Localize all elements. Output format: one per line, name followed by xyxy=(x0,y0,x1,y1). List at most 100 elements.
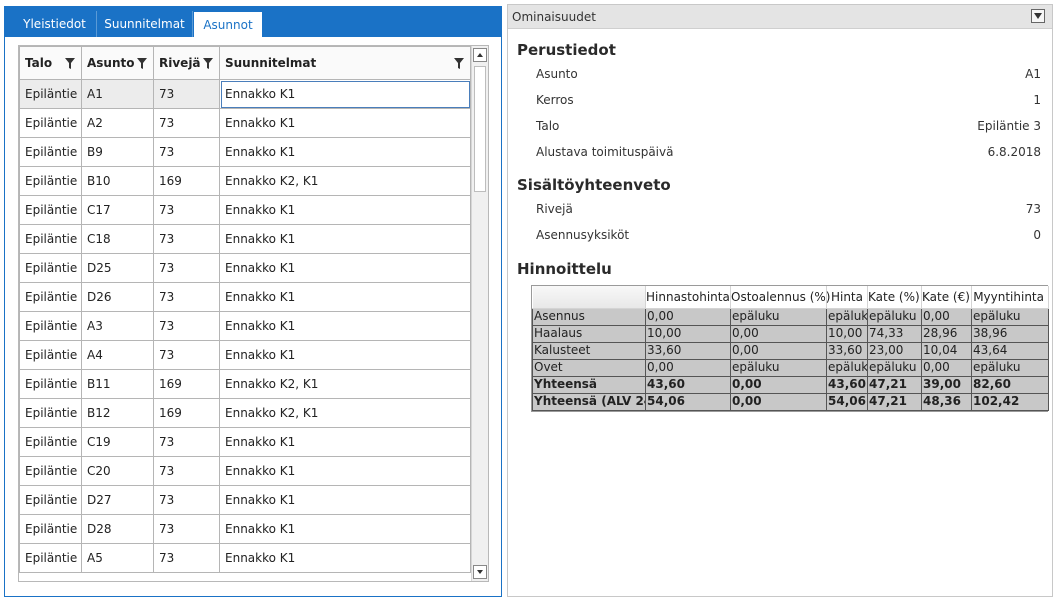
table-cell[interactable]: Ennakko K1 xyxy=(219,427,471,457)
table-row[interactable]: Epiläntie 3C1873Ennakko K1 xyxy=(19,224,471,254)
pricing-header-cell[interactable]: Hinta xyxy=(826,286,868,309)
pricing-header-cell[interactable]: Ostoalennus (%) xyxy=(730,286,830,309)
table-cell[interactable]: 73 xyxy=(153,514,220,544)
pricing-header-cell[interactable]: Kate (%) xyxy=(867,286,922,309)
table-cell[interactable]: C19 xyxy=(81,427,154,457)
table-row[interactable]: Epiläntie 3B10169Ennakko K2, K1 xyxy=(19,166,471,196)
table-cell[interactable]: Ennakko K1 xyxy=(219,485,471,515)
column-header-talo[interactable]: Talo xyxy=(19,46,82,80)
table-cell[interactable]: B12 xyxy=(81,398,154,428)
table-cell[interactable]: C20 xyxy=(81,456,154,486)
table-cell[interactable]: B11 xyxy=(81,369,154,399)
table-cell[interactable]: 73 xyxy=(153,137,220,167)
table-cell[interactable]: Ennakko K1 xyxy=(219,340,471,370)
table-cell[interactable]: Ennakko K1 xyxy=(219,195,471,225)
table-cell[interactable]: 73 xyxy=(153,253,220,283)
table-cell[interactable]: C17 xyxy=(81,195,154,225)
table-cell[interactable]: 73 xyxy=(153,79,220,109)
table-cell[interactable]: 73 xyxy=(153,340,220,370)
table-cell[interactable]: Epiläntie 3 xyxy=(19,79,82,109)
table-cell[interactable]: Epiläntie 3 xyxy=(19,369,82,399)
pricing-header-cell[interactable]: Myyntihinta xyxy=(971,286,1049,309)
table-cell[interactable]: 169 xyxy=(153,398,220,428)
scroll-down-button[interactable] xyxy=(473,565,487,579)
pricing-header-cell[interactable]: Hinnastohinta xyxy=(645,286,731,309)
table-cell[interactable]: Epiläntie 3 xyxy=(19,224,82,254)
table-cell[interactable]: Ennakko K2, K1 xyxy=(219,166,471,196)
table-cell[interactable]: 169 xyxy=(153,166,220,196)
table-row[interactable]: Epiläntie 3C2073Ennakko K1 xyxy=(19,456,471,486)
table-row[interactable]: Epiläntie 3B12169Ennakko K2, K1 xyxy=(19,398,471,428)
column-header-suunnitelmat[interactable]: Suunnitelmat xyxy=(219,46,471,80)
table-cell[interactable]: Epiläntie 3 xyxy=(19,311,82,341)
table-cell[interactable]: Epiläntie 3 xyxy=(19,398,82,428)
table-cell[interactable]: Ennakko K1 xyxy=(219,137,471,167)
column-header-asunto[interactable]: Asunto xyxy=(81,46,154,80)
vertical-scrollbar[interactable] xyxy=(471,46,488,581)
table-cell[interactable]: Epiläntie 3 xyxy=(19,340,82,370)
pricing-header-cell[interactable]: Kate (€) xyxy=(921,286,972,309)
table-cell[interactable]: B10 xyxy=(81,166,154,196)
table-cell[interactable]: A1 xyxy=(81,79,154,109)
table-cell[interactable]: D27 xyxy=(81,485,154,515)
table-row[interactable]: Epiläntie 3D2673Ennakko K1 xyxy=(19,282,471,312)
filter-icon[interactable] xyxy=(203,58,213,69)
table-cell[interactable]: Ennakko K1 xyxy=(219,514,471,544)
table-cell[interactable]: A4 xyxy=(81,340,154,370)
table-cell[interactable]: Epiläntie 3 xyxy=(19,108,82,138)
table-cell[interactable]: 73 xyxy=(153,543,220,573)
table-row[interactable]: Epiläntie 3A573Ennakko K1 xyxy=(19,543,471,573)
table-cell[interactable]: Ennakko K1 xyxy=(219,282,471,312)
table-cell[interactable]: Epiläntie 3 xyxy=(19,166,82,196)
table-cell[interactable]: 73 xyxy=(153,485,220,515)
scroll-thumb[interactable] xyxy=(474,66,486,192)
table-row[interactable]: Epiläntie 3D2573Ennakko K1 xyxy=(19,253,471,283)
table-cell[interactable]: 73 xyxy=(153,427,220,457)
table-cell[interactable]: Ennakko K1 xyxy=(219,253,471,283)
table-cell[interactable]: A5 xyxy=(81,543,154,573)
table-row[interactable]: Epiläntie 3B973Ennakko K1 xyxy=(19,137,471,167)
table-cell[interactable]: Epiläntie 3 xyxy=(19,195,82,225)
table-cell[interactable]: 73 xyxy=(153,224,220,254)
tab-general-info[interactable]: Yleistiedot xyxy=(13,11,97,37)
table-row[interactable]: Epiläntie 3B11169Ennakko K2, K1 xyxy=(19,369,471,399)
table-cell[interactable]: Ennakko K1 xyxy=(219,224,471,254)
table-cell[interactable]: Epiläntie 3 xyxy=(19,427,82,457)
table-cell[interactable]: Ennakko K1 xyxy=(219,108,471,138)
table-cell[interactable]: 73 xyxy=(153,311,220,341)
table-row[interactable]: Epiläntie 3D2873Ennakko K1 xyxy=(19,514,471,544)
table-cell[interactable]: Ennakko K1 xyxy=(219,543,471,573)
table-cell[interactable]: Ennakko K1 xyxy=(219,311,471,341)
table-cell[interactable]: Ennakko K1 xyxy=(219,456,471,486)
table-cell[interactable]: Epiläntie 3 xyxy=(19,543,82,573)
table-row[interactable]: Epiläntie 3C1973Ennakko K1 xyxy=(19,427,471,457)
table-row[interactable]: Epiläntie 3A273Ennakko K1 xyxy=(19,108,471,138)
table-cell[interactable]: Epiläntie 3 xyxy=(19,485,82,515)
table-row[interactable]: Epiläntie 3A473Ennakko K1 xyxy=(19,340,471,370)
table-cell[interactable]: 73 xyxy=(153,108,220,138)
table-cell[interactable]: C18 xyxy=(81,224,154,254)
table-row[interactable]: Epiläntie 3C1773Ennakko K1 xyxy=(19,195,471,225)
table-cell[interactable]: A2 xyxy=(81,108,154,138)
tab-plans[interactable]: Suunnitelmat xyxy=(97,11,193,37)
table-cell[interactable]: Epiläntie 3 xyxy=(19,253,82,283)
tab-apartments[interactable]: Asunnot xyxy=(193,11,263,37)
table-cell[interactable]: 73 xyxy=(153,282,220,312)
table-cell[interactable]: D28 xyxy=(81,514,154,544)
properties-toggle-button[interactable] xyxy=(1031,9,1045,23)
table-cell[interactable]: Epiläntie 3 xyxy=(19,456,82,486)
table-cell[interactable]: Epiläntie 3 xyxy=(19,282,82,312)
table-cell[interactable]: 169 xyxy=(153,369,220,399)
filter-icon[interactable] xyxy=(454,58,464,69)
table-row[interactable]: Epiläntie 3A173Ennakko K1 xyxy=(19,79,471,109)
filter-icon[interactable] xyxy=(137,58,147,69)
table-cell[interactable]: Epiläntie 3 xyxy=(19,514,82,544)
table-row[interactable]: Epiläntie 3A373Ennakko K1 xyxy=(19,311,471,341)
table-cell[interactable]: Ennakko K1 xyxy=(219,79,471,109)
table-cell[interactable]: B9 xyxy=(81,137,154,167)
column-header-riveja[interactable]: Rivejä xyxy=(153,46,220,80)
table-cell[interactable]: Ennakko K2, K1 xyxy=(219,398,471,428)
filter-icon[interactable] xyxy=(65,58,75,69)
table-cell[interactable]: Epiläntie 3 xyxy=(19,137,82,167)
table-cell[interactable]: D25 xyxy=(81,253,154,283)
